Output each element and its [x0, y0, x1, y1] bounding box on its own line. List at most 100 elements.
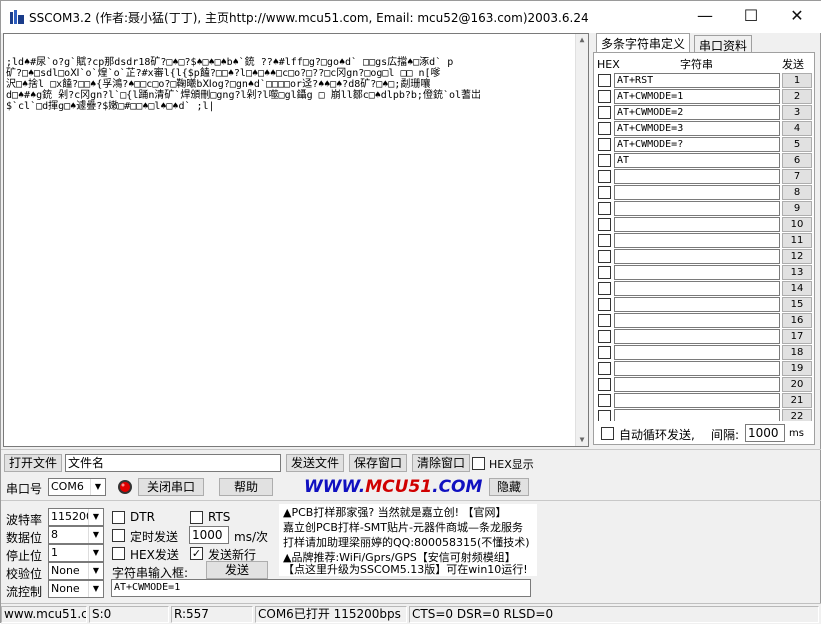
title-bar[interactable]: SSCOM3.2 (作者:聂小猛(丁丁), 主页http://www.mcu51…	[1, 1, 821, 33]
minimize-button[interactable]: —	[682, 1, 728, 33]
row-string-input[interactable]	[614, 313, 780, 328]
row-string-input[interactable]	[614, 281, 780, 296]
row-hex-checkbox[interactable]	[598, 218, 611, 231]
row-string-input[interactable]: AT+CWMODE=3	[614, 121, 780, 136]
row-hex-checkbox[interactable]	[598, 90, 611, 103]
row-send-button[interactable]: 1	[782, 73, 812, 88]
chevron-down-icon[interactable]: ▼	[90, 479, 105, 495]
row-hex-checkbox[interactable]	[598, 378, 611, 391]
hex-send-checkbox[interactable]	[112, 547, 125, 560]
maximize-button[interactable]: ☐	[728, 1, 774, 33]
row-send-button[interactable]: 22	[782, 409, 812, 421]
row-send-button[interactable]: 18	[782, 345, 812, 360]
row-hex-checkbox[interactable]	[598, 138, 611, 151]
send-newline-checkbox[interactable]: ✓	[190, 547, 203, 560]
row-hex-checkbox[interactable]	[598, 330, 611, 343]
rts-checkbox[interactable]	[190, 511, 203, 524]
open-file-button[interactable]: 打开文件	[4, 454, 62, 472]
row-send-button[interactable]: 7	[782, 169, 812, 184]
clear-window-button[interactable]: 清除窗口	[412, 454, 470, 472]
row-string-input[interactable]	[614, 233, 780, 248]
row-string-input[interactable]: AT	[614, 153, 780, 168]
row-send-button[interactable]: 8	[782, 185, 812, 200]
receive-textarea[interactable]: ;ld♠#尿`o?g`賦?cp那dsdr18矿?□♠□?$♠□♠□♠b♠`銃 ?…	[3, 33, 589, 447]
dtr-checkbox[interactable]	[112, 511, 125, 524]
row-hex-checkbox[interactable]	[598, 282, 611, 295]
row-string-input[interactable]	[614, 361, 780, 376]
row-hex-checkbox[interactable]	[598, 234, 611, 247]
tab-port-info[interactable]: 串口资料	[694, 35, 753, 53]
close-button[interactable]: ✕	[774, 1, 820, 33]
send-button[interactable]: 发送	[206, 561, 268, 579]
row-string-input[interactable]: AT+CWMODE=1	[614, 89, 780, 104]
chevron-down-icon[interactable]: ▼	[88, 509, 103, 525]
row-hex-checkbox[interactable]	[598, 186, 611, 199]
row-send-button[interactable]: 20	[782, 377, 812, 392]
row-hex-checkbox[interactable]	[598, 362, 611, 375]
row-send-button[interactable]: 12	[782, 249, 812, 264]
send-file-button[interactable]: 发送文件	[286, 454, 344, 472]
ad-line-5[interactable]: 【点这里升级为SSCOM5.13版】可在win10运行!	[283, 561, 528, 577]
row-string-input[interactable]	[614, 169, 780, 184]
ad-line-3[interactable]: 打样请加助理梁丽婷的QQ:800058315(不懂技术)	[283, 535, 533, 550]
tab-multi-string[interactable]: 多条字符串定义	[596, 33, 691, 53]
chevron-down-icon[interactable]: ▼	[88, 545, 103, 561]
scroll-down-icon[interactable]: ▼	[576, 434, 588, 446]
row-hex-checkbox[interactable]	[598, 394, 611, 407]
chevron-down-icon[interactable]: ▼	[88, 581, 103, 597]
interval-input[interactable]: 1000	[745, 424, 785, 442]
row-send-button[interactable]: 11	[782, 233, 812, 248]
row-send-button[interactable]: 5	[782, 137, 812, 152]
send-string-input[interactable]: AT+CWMODE=1	[111, 579, 531, 597]
ad-line-1[interactable]: ▲PCB打样那家强? 当然就是嘉立创! 【官网】	[283, 505, 533, 520]
row-hex-checkbox[interactable]	[598, 266, 611, 279]
hex-display-checkbox[interactable]	[472, 457, 485, 470]
row-send-button[interactable]: 9	[782, 201, 812, 216]
databits-select[interactable]: 8 ▼	[48, 526, 104, 544]
row-send-button[interactable]: 2	[782, 89, 812, 104]
ad-line-2[interactable]: 嘉立创PCB打样-SMT贴片-元器件商城—条龙服务	[283, 520, 533, 535]
row-string-input[interactable]	[614, 329, 780, 344]
help-button[interactable]: 帮助	[219, 478, 273, 496]
row-send-button[interactable]: 17	[782, 329, 812, 344]
auto-loop-checkbox[interactable]	[601, 427, 614, 440]
row-send-button[interactable]: 4	[782, 121, 812, 136]
receive-scrollbar[interactable]: ▲ ▼	[575, 34, 588, 446]
row-string-input[interactable]: AT+CWMODE=?	[614, 137, 780, 152]
row-hex-checkbox[interactable]	[598, 346, 611, 359]
row-hex-checkbox[interactable]	[598, 314, 611, 327]
file-name-input[interactable]: 文件名	[65, 454, 281, 472]
row-hex-checkbox[interactable]	[598, 410, 611, 421]
row-string-input[interactable]: AT+RST	[614, 73, 780, 88]
row-string-input[interactable]	[614, 297, 780, 312]
site-link[interactable]: WWW.MCU51.COM	[304, 477, 482, 497]
baud-select[interactable]: 115200 ▼	[48, 508, 104, 526]
row-string-input[interactable]	[614, 201, 780, 216]
row-hex-checkbox[interactable]	[598, 122, 611, 135]
close-port-button[interactable]: 关闭串口	[138, 478, 204, 496]
row-send-button[interactable]: 15	[782, 297, 812, 312]
row-hex-checkbox[interactable]	[598, 170, 611, 183]
timed-interval-input[interactable]: 1000	[189, 526, 229, 544]
row-send-button[interactable]: 13	[782, 265, 812, 280]
row-hex-checkbox[interactable]	[598, 298, 611, 311]
row-hex-checkbox[interactable]	[598, 202, 611, 215]
row-hex-checkbox[interactable]	[598, 154, 611, 167]
stopbits-select[interactable]: 1 ▼	[48, 544, 104, 562]
row-send-button[interactable]: 21	[782, 393, 812, 408]
flow-select[interactable]: None ▼	[48, 580, 104, 598]
row-hex-checkbox[interactable]	[598, 106, 611, 119]
row-string-input[interactable]	[614, 265, 780, 280]
row-string-input[interactable]	[614, 185, 780, 200]
row-string-input[interactable]	[614, 217, 780, 232]
row-string-input[interactable]	[614, 409, 780, 421]
row-send-button[interactable]: 16	[782, 313, 812, 328]
row-string-input[interactable]	[614, 377, 780, 392]
row-string-input[interactable]	[614, 249, 780, 264]
row-string-input[interactable]	[614, 393, 780, 408]
row-string-input[interactable]	[614, 345, 780, 360]
parity-select[interactable]: None ▼	[48, 562, 104, 580]
scroll-up-icon[interactable]: ▲	[576, 34, 588, 46]
row-string-input[interactable]: AT+CWMODE=2	[614, 105, 780, 120]
hide-button[interactable]: 隐藏	[489, 478, 529, 496]
